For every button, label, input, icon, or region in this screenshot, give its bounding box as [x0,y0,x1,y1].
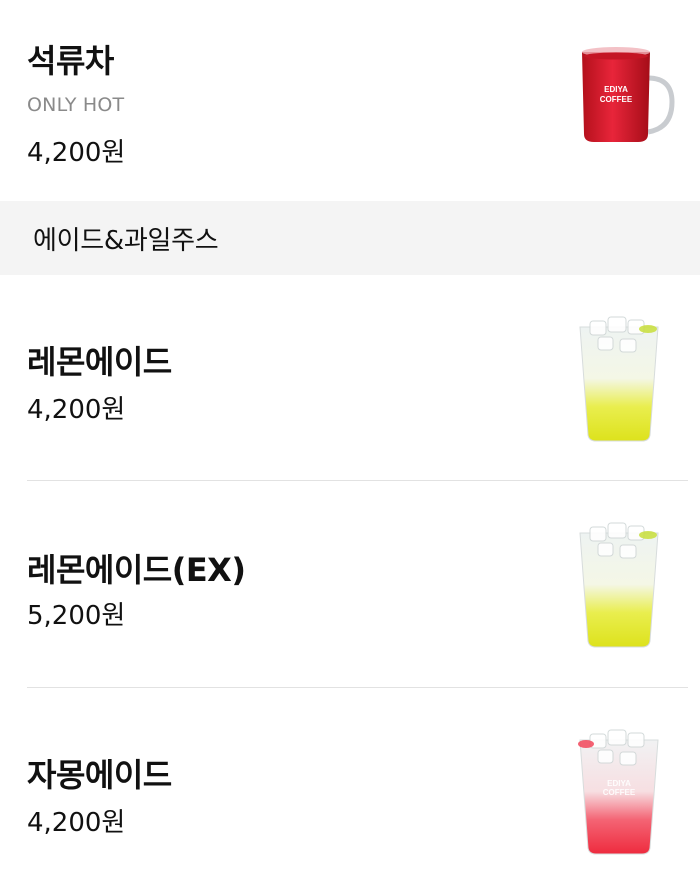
item-price: 5,200원 [27,601,126,631]
category-header: 에이드&과일주스 [0,201,700,275]
item-name: 석류차 [27,42,114,80]
menu-item-lemonade-ex[interactable]: 레몬에이드(EX) 5,200원 [0,481,700,686]
grapefruit-ade-cup-image: EDIYA COFFEE [578,729,659,855]
cup-brand-text: EDIYA [607,779,631,788]
item-name: 레몬에이드 [27,343,172,381]
cup-brand-text: COFFEE [603,788,636,797]
lemonade-ex-cup-image [579,522,659,648]
item-price: 4,200원 [27,138,126,168]
mug-brand-text: EDIYA [604,85,628,94]
item-price: 4,200원 [27,808,126,838]
item-sub-label: ONLY HOT [27,94,125,116]
red-tea-mug-image: EDIYA COFFEE [582,47,675,142]
menu-item-grapefruit-ade[interactable]: 자몽에이드 4,200원 EDIYA COFFEE [0,688,700,872]
menu-item-lemonade[interactable]: 레몬에이드 4,200원 [0,275,700,480]
item-name: 자몽에이드 [27,756,172,794]
item-price: 4,200원 [27,395,126,425]
menu-item-pomegranate-tea[interactable]: 석류차 ONLY HOT 4,200원 EDIYA COFFEE [0,0,700,200]
category-label: 에이드&과일주스 [33,226,219,256]
mug-brand-text: COFFEE [600,95,633,104]
item-name: 레몬에이드(EX) [27,551,246,589]
lemonade-cup-image [579,316,659,442]
